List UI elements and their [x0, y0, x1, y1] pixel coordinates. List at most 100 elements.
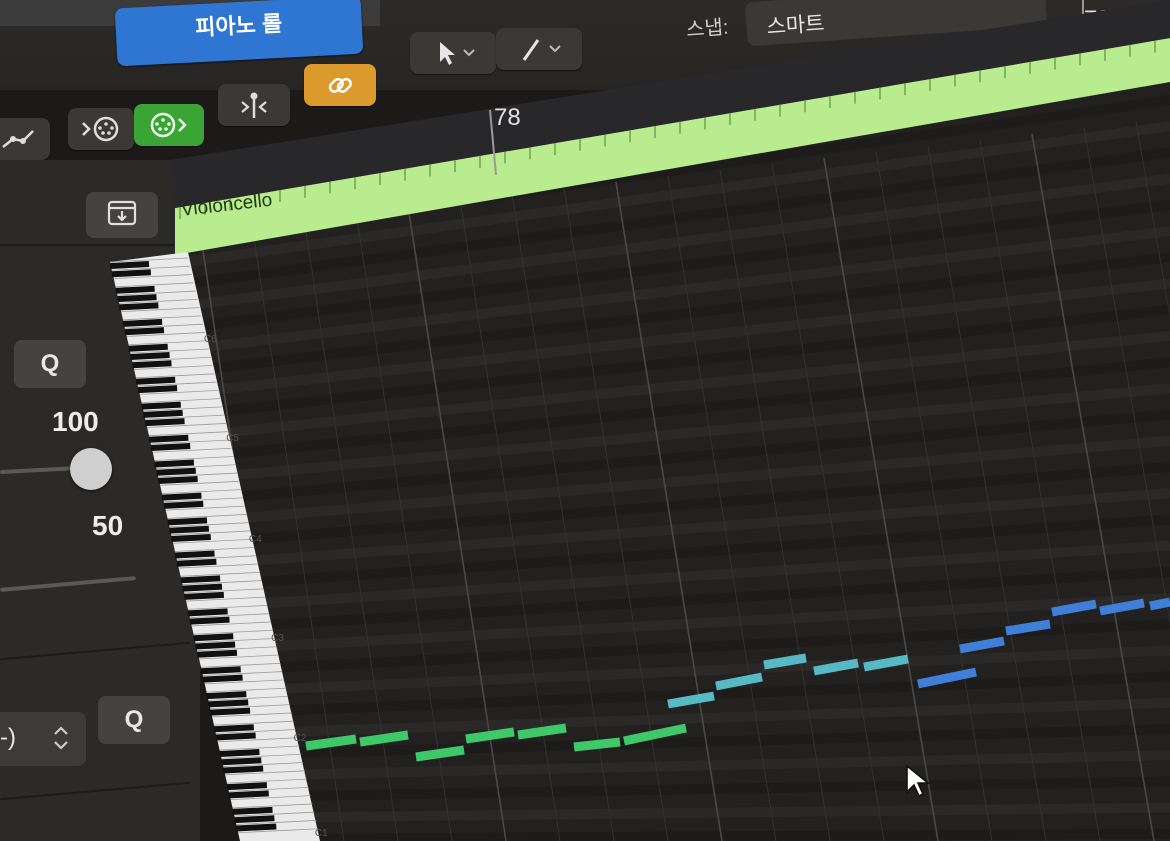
- strength-slider-knob[interactable]: [70, 448, 112, 490]
- grid-row: [260, 540, 1170, 609]
- octave-label: C1: [315, 828, 328, 839]
- grid-row: [206, 226, 1170, 352]
- white-key-edge: [189, 613, 270, 619]
- grid-row: [305, 802, 1170, 823]
- grid-beat-line: [1031, 133, 1155, 841]
- grid-row: [247, 461, 1170, 545]
- automation-button[interactable]: [0, 118, 50, 160]
- black-key: [223, 765, 264, 774]
- swing-slider-track[interactable]: [0, 576, 136, 592]
- grid-row: [202, 199, 1170, 331]
- white-key-edge: [230, 795, 311, 801]
- black-key: [236, 823, 277, 832]
- bar-marker-78: 78: [494, 104, 521, 131]
- grid-row: [251, 488, 1170, 566]
- white-key-edge: [197, 646, 277, 652]
- grid-row: [256, 514, 1170, 588]
- midi-note: [959, 636, 1005, 654]
- midi-out-button[interactable]: [134, 104, 204, 146]
- grid-row: [215, 278, 1170, 395]
- octave-label: C3: [271, 633, 284, 644]
- grid-beat-line: [667, 175, 777, 841]
- black-key: [210, 707, 251, 716]
- pointer-tool-button[interactable]: [410, 32, 496, 74]
- white-key-edge: [202, 671, 283, 676]
- grid-row: [274, 619, 1170, 673]
- white-key-edge: [225, 770, 305, 776]
- black-key: [206, 691, 247, 700]
- catch-button[interactable]: [218, 84, 290, 126]
- grid-row: [242, 435, 1170, 523]
- white-key-edge: [208, 695, 288, 701]
- midi-note: [465, 727, 515, 744]
- midi-note: [1099, 598, 1145, 616]
- bar-marker-79: 79: [1084, 6, 1111, 33]
- link-icon: [325, 70, 355, 100]
- pencil-tool-button[interactable]: [496, 28, 582, 70]
- white-key-edge: [206, 687, 287, 693]
- white-key-edge: [217, 737, 298, 743]
- white-key-edge: [200, 662, 281, 668]
- black-key: [202, 674, 243, 683]
- grid-row: [292, 723, 1170, 759]
- link-button[interactable]: [304, 64, 376, 106]
- grid-beat-line: [615, 181, 723, 841]
- grid-row: [269, 592, 1170, 652]
- quantize-button-2[interactable]: Q: [98, 696, 170, 744]
- grid-beat-line: [875, 151, 993, 841]
- midi-note: [305, 734, 357, 751]
- grid-beat-line: [771, 163, 885, 841]
- white-key-edge: [195, 638, 275, 643]
- white-key-edge: [193, 629, 273, 635]
- value-stepper[interactable]: -): [0, 712, 86, 766]
- divider: [0, 244, 190, 246]
- black-key: [226, 782, 268, 791]
- grid-beat-line: [459, 199, 561, 841]
- grid-row: [238, 409, 1170, 502]
- white-key-edge: [236, 820, 317, 825]
- white-key-edge: [226, 778, 307, 784]
- strength-slider-track[interactable]: [0, 465, 81, 475]
- grid-beat-line: [823, 157, 939, 841]
- chevron-updown-icon: [52, 722, 70, 761]
- midi-note: [917, 667, 977, 689]
- white-key-edge: [228, 786, 309, 792]
- black-key: [232, 806, 273, 815]
- grid-row: [197, 173, 1170, 310]
- white-key-edge: [219, 745, 300, 751]
- pencil-tool-icon: [514, 34, 564, 64]
- divider: [0, 641, 190, 661]
- grid-beat-line: [303, 217, 399, 841]
- white-key-edge: [238, 828, 319, 834]
- grid-row: [287, 697, 1170, 737]
- midi-note: [623, 723, 687, 746]
- quantize-button[interactable]: Q: [14, 340, 86, 388]
- grid-beat-line: [407, 205, 507, 841]
- midi-note: [813, 658, 859, 676]
- tab-piano-roll[interactable]: 피아노 롤: [114, 0, 364, 67]
- mouse-pointer-icon: [904, 764, 932, 805]
- black-key: [234, 815, 275, 824]
- export-button[interactable]: [86, 192, 158, 238]
- grid-row: [283, 671, 1170, 716]
- stepper-value: -): [0, 724, 16, 751]
- white-key-edge: [210, 704, 290, 710]
- midi-note: [415, 745, 465, 762]
- grid-beat-line: [719, 169, 831, 841]
- grid-row: [265, 566, 1170, 630]
- midi-note: [517, 723, 567, 740]
- midi-in-button[interactable]: [68, 108, 134, 150]
- grid-row: [296, 750, 1170, 780]
- white-key-edge: [234, 811, 315, 817]
- divider: [0, 781, 190, 801]
- white-key-edge: [204, 679, 285, 685]
- white-key-edge: [221, 753, 302, 759]
- white-key-edge: [223, 762, 304, 767]
- octave-label: C6: [204, 334, 217, 345]
- black-key: [219, 749, 260, 758]
- black-key: [221, 757, 262, 766]
- note-grid-background: [170, 40, 1170, 841]
- snap-select[interactable]: 스마트: [744, 0, 1048, 47]
- midi-note: [359, 730, 409, 747]
- grid-row: [193, 147, 1170, 288]
